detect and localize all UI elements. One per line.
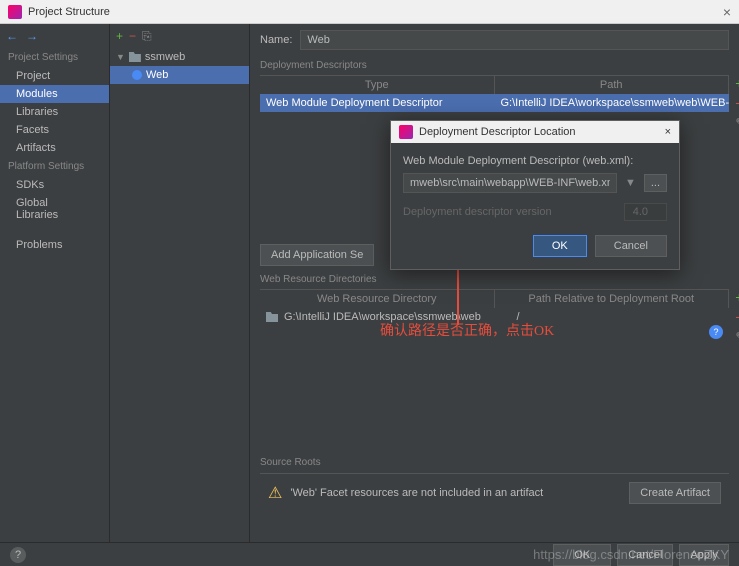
sidebar-item-artifacts[interactable]: Artifacts bbox=[0, 139, 109, 157]
sidebar-item-facets[interactable]: Facets bbox=[0, 121, 109, 139]
folder-icon bbox=[266, 312, 278, 322]
th-type: Type bbox=[260, 76, 495, 94]
tree-root[interactable]: ▼ ssmweb bbox=[110, 48, 249, 66]
sidebar: ← → Project Settings Project Modules Lib… bbox=[0, 24, 110, 542]
dialog-cancel-button[interactable]: Cancel bbox=[595, 235, 667, 257]
watermark: https://blog.csdn.net/FlorenceZKY bbox=[533, 547, 729, 562]
sidebar-item-libraries[interactable]: Libraries bbox=[0, 103, 109, 121]
forward-icon[interactable]: → bbox=[26, 29, 38, 43]
dropdown-icon[interactable]: ▼ bbox=[621, 177, 640, 189]
add-resource-icon[interactable]: + bbox=[735, 289, 739, 305]
copy-icon[interactable]: ⎘ bbox=[142, 29, 152, 44]
sidebar-item-modules[interactable]: Modules bbox=[0, 85, 109, 103]
name-label: Name: bbox=[260, 34, 292, 46]
version-label: Deployment descriptor version bbox=[403, 206, 552, 218]
edit-resource-icon[interactable]: ✎ bbox=[735, 329, 739, 346]
web-icon bbox=[132, 70, 142, 80]
th-rel: Path Relative to Deployment Root bbox=[495, 290, 730, 308]
version-select[interactable]: 4.0 bbox=[624, 203, 667, 221]
section-project-settings: Project Settings bbox=[0, 48, 109, 67]
sidebar-item-sdks[interactable]: SDKs bbox=[0, 176, 109, 194]
dialog-close-icon[interactable]: × bbox=[665, 126, 671, 138]
source-roots-label: Source Roots bbox=[260, 457, 321, 468]
dialog-path-input[interactable] bbox=[403, 173, 617, 193]
resource-section-label: Web Resource Directories bbox=[260, 274, 729, 285]
tree-root-label: ssmweb bbox=[145, 51, 185, 63]
th-path: Path bbox=[495, 76, 730, 94]
help-button[interactable]: ? bbox=[10, 547, 26, 563]
add-descriptor-icon[interactable]: + bbox=[735, 75, 739, 91]
td-type: Web Module Deployment Descriptor bbox=[260, 94, 495, 112]
dialog-ok-button[interactable]: OK bbox=[533, 235, 587, 257]
remove-icon[interactable]: − bbox=[129, 29, 136, 43]
browse-button[interactable]: ... bbox=[644, 174, 667, 192]
remove-resource-icon[interactable]: − bbox=[735, 309, 739, 325]
warning-text: 'Web' Facet resources are not included i… bbox=[290, 487, 543, 499]
help-icon[interactable]: ? bbox=[709, 325, 723, 339]
warning-icon: ⚠ bbox=[268, 483, 282, 503]
dialog-title-text: Deployment Descriptor Location bbox=[419, 126, 576, 138]
add-icon[interactable]: + bbox=[116, 29, 123, 43]
edit-descriptor-icon[interactable]: ✎ bbox=[735, 115, 739, 132]
sidebar-item-problems[interactable]: Problems bbox=[0, 236, 109, 254]
back-icon[interactable]: ← bbox=[6, 29, 18, 43]
deploy-table-row[interactable]: Web Module Deployment Descriptor G:\Inte… bbox=[260, 94, 729, 112]
add-app-server-button[interactable]: Add Application Se bbox=[260, 244, 374, 266]
deploy-section-label: Deployment Descriptors bbox=[260, 60, 729, 71]
tree-child-web[interactable]: Web bbox=[110, 66, 249, 84]
deployment-descriptor-dialog: Deployment Descriptor Location × Web Mod… bbox=[390, 120, 680, 270]
app-icon bbox=[8, 5, 22, 19]
folder-icon bbox=[129, 52, 141, 62]
create-artifact-button[interactable]: Create Artifact bbox=[629, 482, 721, 504]
resource-table-header: Web Resource Directory Path Relative to … bbox=[260, 289, 729, 308]
module-tree: + − ⎘ ▼ ssmweb Web bbox=[110, 24, 250, 542]
name-input[interactable] bbox=[300, 30, 729, 50]
annotation-text: 确认路径是否正确，点击OK bbox=[380, 320, 554, 340]
close-icon[interactable]: × bbox=[723, 4, 731, 20]
td-path: G:\IntelliJ IDEA\workspace\ssmweb\web\WE… bbox=[495, 94, 730, 112]
tree-child-label: Web bbox=[146, 69, 168, 81]
titlebar: Project Structure × bbox=[0, 0, 739, 24]
sidebar-item-project[interactable]: Project bbox=[0, 67, 109, 85]
dialog-icon bbox=[399, 125, 413, 139]
warning-bar: ⚠ 'Web' Facet resources are not included… bbox=[260, 473, 729, 512]
dialog-path-label: Web Module Deployment Descriptor (web.xm… bbox=[403, 155, 667, 167]
chevron-down-icon: ▼ bbox=[116, 52, 125, 62]
section-platform-settings: Platform Settings bbox=[0, 157, 109, 176]
window-title: Project Structure bbox=[28, 6, 110, 18]
remove-descriptor-icon[interactable]: − bbox=[735, 95, 739, 111]
content-pane: Name: Deployment Descriptors Type Path W… bbox=[250, 24, 739, 542]
sidebar-item-global-libs[interactable]: Global Libraries bbox=[0, 194, 109, 224]
dialog-titlebar: Deployment Descriptor Location × bbox=[391, 121, 679, 143]
deploy-table-header: Type Path bbox=[260, 75, 729, 94]
